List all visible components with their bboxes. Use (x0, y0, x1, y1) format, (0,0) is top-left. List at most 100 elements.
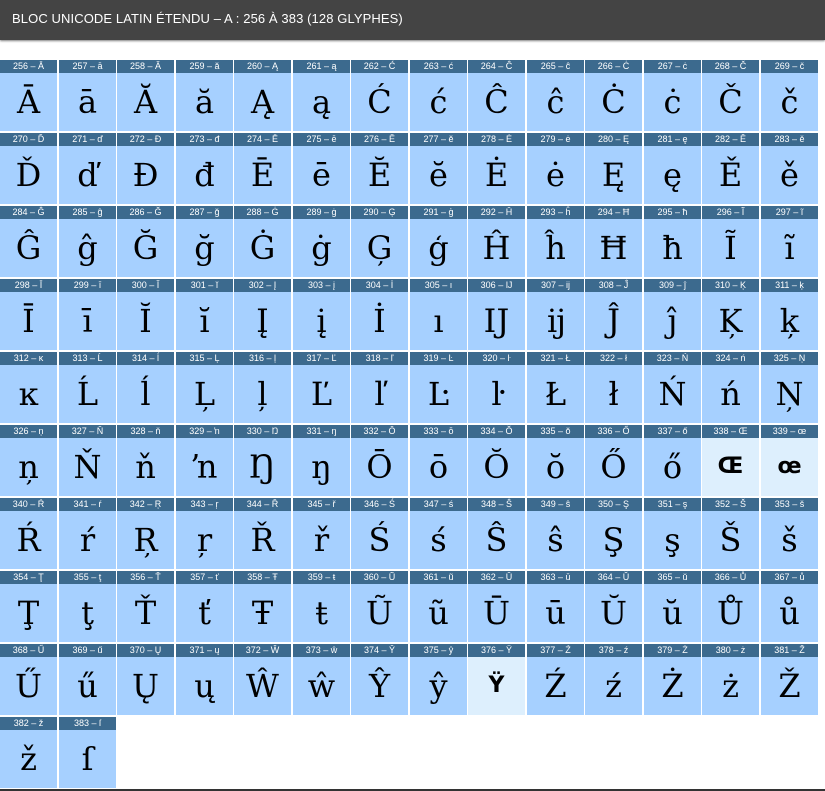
glyph-cell[interactable]: 314 – ĺ ĺ (117, 352, 174, 423)
glyph-cell[interactable]: 351 – ş ş (644, 498, 701, 569)
glyph-cell[interactable]: 347 – ś ś (410, 498, 467, 569)
glyph-cell[interactable]: 278 – Ė Ė (468, 133, 525, 204)
glyph-cell[interactable]: 380 – ż ż (702, 644, 759, 715)
glyph-cell[interactable]: 275 – ē ē (293, 133, 350, 204)
glyph-cell[interactable]: 258 – Ă Ă (117, 60, 174, 131)
glyph-cell[interactable]: 261 – ą ą (293, 60, 350, 131)
glyph-cell[interactable]: 367 – ů ů (761, 571, 818, 642)
glyph-cell[interactable]: 287 – ğ ğ (176, 206, 233, 277)
glyph-cell[interactable]: 338 – Œ Œ (702, 425, 759, 496)
glyph-cell[interactable]: 288 – Ġ Ġ (234, 206, 291, 277)
glyph-cell[interactable]: 378 – ź ź (585, 644, 642, 715)
glyph-cell[interactable]: 259 – ă ă (176, 60, 233, 131)
glyph-cell[interactable]: 330 – Ŋ Ŋ (234, 425, 291, 496)
glyph-cell[interactable]: 277 – ĕ ĕ (410, 133, 467, 204)
glyph-cell[interactable]: 286 – Ğ Ğ (117, 206, 174, 277)
glyph-cell[interactable]: 315 – Ļ Ļ (176, 352, 233, 423)
glyph-cell[interactable]: 337 – ő ő (644, 425, 701, 496)
glyph-cell[interactable]: 296 – Ĩ Ĩ (702, 206, 759, 277)
glyph-cell[interactable]: 383 – ſ ſ (59, 717, 116, 788)
glyph-cell[interactable]: 324 – ń ń (702, 352, 759, 423)
glyph-cell[interactable]: 316 – ļ ļ (234, 352, 291, 423)
glyph-cell[interactable]: 281 – ę ę (644, 133, 701, 204)
glyph-cell[interactable]: 320 – ŀ ŀ (468, 352, 525, 423)
glyph-cell[interactable]: 325 – Ņ Ņ (761, 352, 818, 423)
glyph-cell[interactable]: 264 – Ĉ Ĉ (468, 60, 525, 131)
glyph-cell[interactable]: 370 – Ų Ų (117, 644, 174, 715)
glyph-cell[interactable]: 377 – Ź Ź (527, 644, 584, 715)
glyph-cell[interactable]: 282 – Ě Ě (702, 133, 759, 204)
glyph-cell[interactable]: 341 – ŕ ŕ (59, 498, 116, 569)
glyph-cell[interactable]: 340 – Ŕ Ŕ (0, 498, 57, 569)
glyph-cell[interactable]: 301 – ĭ ĭ (176, 279, 233, 350)
glyph-cell[interactable]: 256 – Ā Ā (0, 60, 57, 131)
glyph-cell[interactable]: 294 – Ħ Ħ (585, 206, 642, 277)
glyph-cell[interactable]: 344 – Ř Ř (234, 498, 291, 569)
glyph-cell[interactable]: 381 – Ž Ž (761, 644, 818, 715)
glyph-cell[interactable]: 280 – Ę Ę (585, 133, 642, 204)
glyph-cell[interactable]: 329 – ŉ ŉ (176, 425, 233, 496)
glyph-cell[interactable]: 299 – ī ī (59, 279, 116, 350)
glyph-cell[interactable]: 263 – ć ć (410, 60, 467, 131)
glyph-cell[interactable]: 298 – Ī Ī (0, 279, 57, 350)
glyph-cell[interactable]: 350 – Ş Ş (585, 498, 642, 569)
glyph-cell[interactable]: 331 – ŋ ŋ (293, 425, 350, 496)
glyph-cell[interactable]: 360 – Ũ Ũ (351, 571, 408, 642)
glyph-cell[interactable]: 308 – Ĵ Ĵ (585, 279, 642, 350)
glyph-cell[interactable]: 306 – Ĳ Ĳ (468, 279, 525, 350)
glyph-cell[interactable]: 353 – š š (761, 498, 818, 569)
glyph-cell[interactable]: 343 – ŗ ŗ (176, 498, 233, 569)
glyph-cell[interactable]: 364 – Ŭ Ŭ (585, 571, 642, 642)
glyph-cell[interactable]: 268 – Č Č (702, 60, 759, 131)
glyph-cell[interactable]: 307 – ĳ ĳ (527, 279, 584, 350)
glyph-cell[interactable]: 262 – Ć Ć (351, 60, 408, 131)
glyph-cell[interactable]: 304 – İ İ (351, 279, 408, 350)
glyph-cell[interactable]: 358 – Ŧ Ŧ (234, 571, 291, 642)
glyph-cell[interactable]: 375 – ŷ ŷ (410, 644, 467, 715)
glyph-cell[interactable]: 319 – Ŀ Ŀ (410, 352, 467, 423)
glyph-cell[interactable]: 283 – ě ě (761, 133, 818, 204)
glyph-cell[interactable]: 332 – Ō Ō (351, 425, 408, 496)
glyph-cell[interactable]: 270 – Ď Ď (0, 133, 57, 204)
glyph-cell[interactable]: 361 – ũ ũ (410, 571, 467, 642)
glyph-cell[interactable]: 257 – ā ā (59, 60, 116, 131)
glyph-cell[interactable]: 354 – Ţ Ţ (0, 571, 57, 642)
glyph-cell[interactable]: 356 – Ť Ť (117, 571, 174, 642)
glyph-cell[interactable]: 310 – Ķ Ķ (702, 279, 759, 350)
glyph-cell[interactable]: 318 – ľ ľ (351, 352, 408, 423)
glyph-cell[interactable]: 274 – Ē Ē (234, 133, 291, 204)
glyph-cell[interactable]: 279 – ė ė (527, 133, 584, 204)
glyph-cell[interactable]: 352 – Š Š (702, 498, 759, 569)
glyph-cell[interactable]: 379 – Ż Ż (644, 644, 701, 715)
glyph-cell[interactable]: 326 – ņ ņ (0, 425, 57, 496)
glyph-cell[interactable]: 317 – Ľ Ľ (293, 352, 350, 423)
glyph-cell[interactable]: 363 – ū ū (527, 571, 584, 642)
glyph-cell[interactable]: 271 – ď ď (59, 133, 116, 204)
glyph-cell[interactable]: 327 – Ň Ň (59, 425, 116, 496)
glyph-cell[interactable]: 260 – Ą Ą (234, 60, 291, 131)
glyph-cell[interactable]: 285 – ĝ ĝ (59, 206, 116, 277)
glyph-cell[interactable]: 312 – ĸ ĸ (0, 352, 57, 423)
glyph-cell[interactable]: 289 – ġ ġ (293, 206, 350, 277)
glyph-cell[interactable]: 302 – Į Į (234, 279, 291, 350)
glyph-cell[interactable]: 303 – į į (293, 279, 350, 350)
glyph-cell[interactable]: 373 – ŵ ŵ (293, 644, 350, 715)
glyph-cell[interactable]: 362 – Ū Ū (468, 571, 525, 642)
glyph-cell[interactable]: 333 – ō ō (410, 425, 467, 496)
glyph-cell[interactable]: 339 – œ œ (761, 425, 818, 496)
glyph-cell[interactable]: 336 – Ő Ő (585, 425, 642, 496)
glyph-cell[interactable]: 293 – ĥ ĥ (527, 206, 584, 277)
glyph-cell[interactable]: 291 – ģ ģ (410, 206, 467, 277)
glyph-cell[interactable]: 297 – ĩ ĩ (761, 206, 818, 277)
glyph-cell[interactable]: 276 – Ĕ Ĕ (351, 133, 408, 204)
glyph-cell[interactable]: 265 – ĉ ĉ (527, 60, 584, 131)
glyph-cell[interactable]: 284 – Ĝ Ĝ (0, 206, 57, 277)
glyph-cell[interactable]: 368 – Ű Ű (0, 644, 57, 715)
glyph-cell[interactable]: 376 – Ÿ Ÿ (468, 644, 525, 715)
glyph-cell[interactable]: 345 – ř ř (293, 498, 350, 569)
glyph-cell[interactable]: 371 – ų ų (176, 644, 233, 715)
glyph-cell[interactable]: 322 – ł ł (585, 352, 642, 423)
glyph-cell[interactable]: 369 – ű ű (59, 644, 116, 715)
glyph-cell[interactable]: 365 – ŭ ŭ (644, 571, 701, 642)
glyph-cell[interactable]: 323 – Ń Ń (644, 352, 701, 423)
